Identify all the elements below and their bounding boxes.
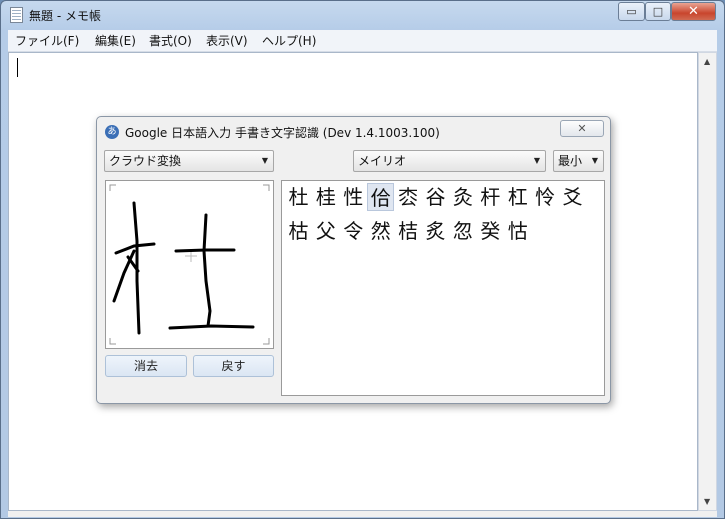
candidate-char[interactable]: 枯 xyxy=(285,217,312,245)
vertical-scrollbar[interactable]: ▲ ▼ xyxy=(698,52,717,511)
conversion-mode-select[interactable]: クラウド変換 ▼ xyxy=(104,150,274,172)
menu-help[interactable]: ヘルプ(H) xyxy=(262,32,316,49)
ime-title: Google 日本語入力 手書き文字認識 (Dev 1.4.1003.100) xyxy=(125,126,440,140)
menu-edit[interactable]: 編集(E) xyxy=(95,32,136,49)
menu-view[interactable]: 表示(V) xyxy=(206,32,248,49)
font-select[interactable]: メイリオ ▼ xyxy=(353,150,546,172)
handwriting-canvas[interactable] xyxy=(105,180,274,349)
clear-button[interactable]: 消去 xyxy=(105,355,187,377)
minimize-button[interactable]: ▭ xyxy=(618,2,645,21)
google-ime-icon: あ xyxy=(105,125,119,139)
maximize-button[interactable]: □ xyxy=(645,2,671,21)
close-button[interactable]: ✕ xyxy=(671,2,716,21)
undo-button[interactable]: 戻す xyxy=(193,355,274,377)
candidate-char[interactable]: 灸 xyxy=(449,183,476,211)
ime-close-button[interactable]: ✕ xyxy=(560,120,604,137)
notepad-icon[interactable] xyxy=(10,7,23,23)
candidate-char[interactable]: 令 xyxy=(340,217,367,245)
scroll-down-icon[interactable]: ▼ xyxy=(704,497,710,506)
window-title: 無題 - メモ帳 xyxy=(29,9,101,23)
font-value: メイリオ xyxy=(358,154,407,168)
font-size-value: 最小 xyxy=(558,154,583,168)
bottom-edge xyxy=(8,511,717,517)
candidate-panel: 杜桂性佮枩谷灸杆杠怜爻枯父令然桔炙忽癸怙 xyxy=(281,180,605,396)
candidate-char[interactable]: 性 xyxy=(340,183,367,211)
candidate-char[interactable]: 忽 xyxy=(449,217,476,245)
menu-file[interactable]: ファイル(F) xyxy=(15,32,79,49)
candidate-char[interactable]: 炙 xyxy=(422,217,449,245)
handwriting-ime-window: あ Google 日本語入力 手書き文字認識 (Dev 1.4.1003.100… xyxy=(96,116,611,404)
candidate-char[interactable]: 杠 xyxy=(504,183,531,211)
candidate-char[interactable]: 父 xyxy=(312,217,339,245)
candidate-char[interactable]: 桔 xyxy=(395,217,422,245)
menu-format[interactable]: 書式(O) xyxy=(149,32,192,49)
candidate-char[interactable]: 怙 xyxy=(504,217,531,245)
candidate-char[interactable]: 桂 xyxy=(312,183,339,211)
candidate-char[interactable]: 枩 xyxy=(395,183,422,211)
candidate-char[interactable]: 怜 xyxy=(532,183,559,211)
conversion-mode-value: クラウド変換 xyxy=(109,154,182,168)
chevron-down-icon: ▼ xyxy=(261,156,268,165)
scroll-up-icon[interactable]: ▲ xyxy=(704,57,710,66)
candidate-char[interactable]: 佮 xyxy=(367,183,395,211)
chevron-down-icon: ▼ xyxy=(533,156,540,165)
candidate-char[interactable]: 谷 xyxy=(422,183,449,211)
title-bar[interactable]: 無題 - メモ帳 ▭ □ ✕ xyxy=(1,1,724,29)
text-caret xyxy=(17,58,18,77)
chevron-down-icon: ▼ xyxy=(591,156,598,165)
font-size-select[interactable]: 最小 ▼ xyxy=(553,150,604,172)
handwriting-strokes xyxy=(109,184,270,345)
menu-bar: ファイル(F) 編集(E) 書式(O) 表示(V) ヘルプ(H) xyxy=(8,30,717,52)
candidate-char[interactable]: 癸 xyxy=(477,217,504,245)
candidate-char[interactable]: 杆 xyxy=(477,183,504,211)
candidate-char[interactable]: 然 xyxy=(367,217,394,245)
candidate-char[interactable]: 杜 xyxy=(285,183,312,211)
candidate-char[interactable]: 爻 xyxy=(559,183,586,211)
